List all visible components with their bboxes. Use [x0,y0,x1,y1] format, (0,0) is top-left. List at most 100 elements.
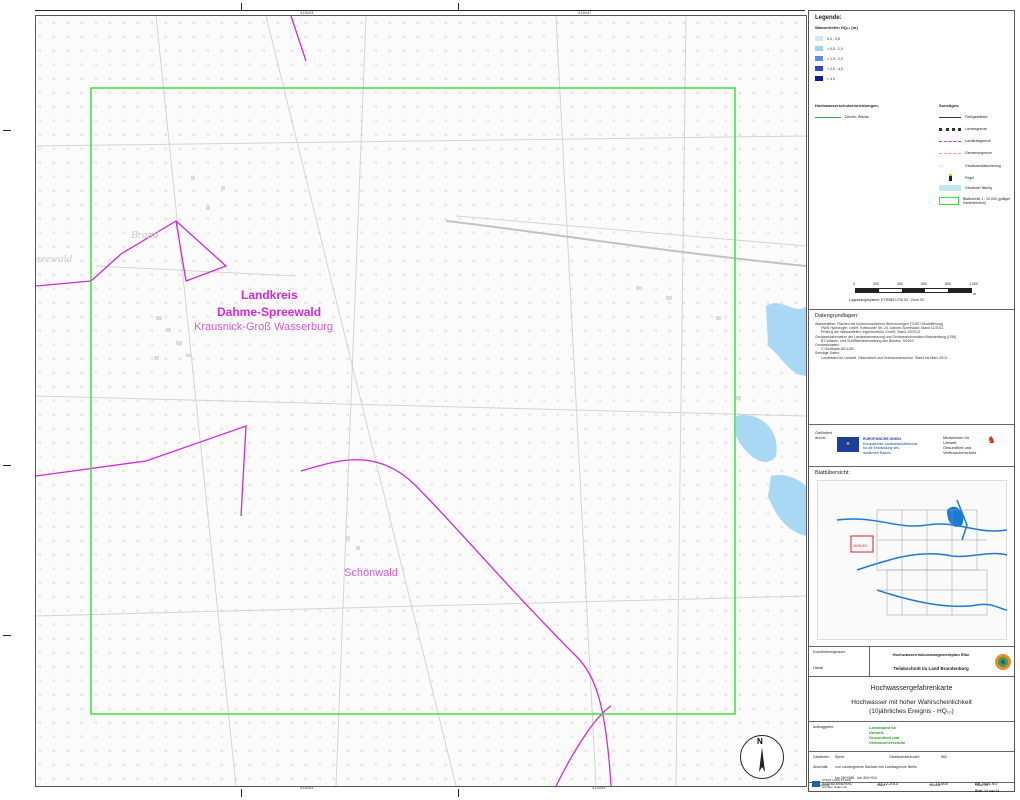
north-arrow-icon [759,747,765,772]
district-border-icon [939,140,961,142]
code-value: 582 [941,755,947,759]
other-item-municipal-border: Gemeindegrenze [939,151,992,155]
other-item-label: Blattschnitt 1 : 10.000 (gültiger Karten… [963,197,1011,205]
dike-line-icon [815,116,841,118]
legend-title: Legende: [815,15,842,21]
brandenburg-eagle-icon: ♞ [987,435,996,446]
lugv-logo-icon [993,651,1013,673]
scale-label: 400 [897,282,903,286]
client-name: Landesamt für Umwelt, Gesundheit und Ver… [869,725,905,745]
legend-panel: Legende: Wassertiefen HQ₁₀ [m] 0,0 - 0,5… [808,10,1015,792]
sources-text: Wassertiefen, Flächen bei hydronumerisch… [815,322,1010,360]
depth-class-5: > 4,0 [815,76,835,81]
forest-texture [36,16,806,786]
state-border-icon [939,127,961,131]
scale-unit: m [973,292,976,296]
sources-title: Datengrundlagen: [815,313,859,319]
other-item-gauge: Pegel [939,174,974,182]
scenario-line2: (10jährliches Ereignis - HQ₁₀) [869,708,954,715]
other-item-label: Gewässerstationierung [965,163,1001,168]
other-item-label: Landesgrenze [965,127,988,131]
stationing-icon: • • [939,163,943,168]
editor-logo-icon [812,781,820,787]
scale-label: 800 [945,282,952,286]
overview-map[interactable] [817,480,1007,640]
current-sheet-label: 2645-SO [853,544,868,548]
other-item-label: Pegel [965,176,974,180]
left-tick-mark [3,465,11,466]
depth-swatch [815,66,823,71]
other-item-label: Fließgewässer [965,115,988,119]
outer-frame-line [35,10,805,11]
depth-class-1: 0,0 - 0,5 [815,36,840,41]
scale-label: 1.000 [969,282,978,286]
eu-text: EUROPÄISCHE UNION Europäischer Landwirts… [863,437,917,455]
projection-note: Lagebezugssystem: ETRS89 UTM 33 · Zone 3… [849,298,924,302]
river-value: Spree [835,755,845,759]
bg-name-brand: Brand [131,229,159,241]
depth-label: > 4,0 [827,76,835,81]
depth-swatch [815,56,823,61]
depth-title: Wassertiefen HQ₁₀ [m] [815,25,858,30]
koord-label: Koordinierungsraum: [813,650,846,654]
scale-label: 200 [873,282,879,286]
map-graphics: ⌂ · [36,16,806,786]
depth-label: 0,0 - 0,5 [827,36,840,41]
scenario-line1: Hochwasser mit hoher Wahrscheinlichkeit [851,699,972,706]
hw-item-dikes: Deiche, Wände [815,115,869,119]
eu-flag-icon: ★ [837,437,859,452]
bg-name-spreewald: Spreewald [36,253,73,265]
plan-title: Hochwasserrisikomanagementplan Elbe [892,652,970,657]
coord-cell: Koordinierungsraum: Havel [809,647,870,677]
left-tick-mark [3,635,11,636]
other-item-stationing: • • Gewässerstationierung [939,163,1001,168]
district-label-line1: Landkreis [241,288,298,302]
other-item-state-border: Landesgrenze [939,127,987,131]
overview-box: Blattübersicht: 2645-SO [809,466,1014,647]
other-item-district-border: Landkreisgrenze [939,139,991,143]
depth-label: > 2,0 - 4,0 [827,66,843,71]
municipality-label: Krausnick-Groß Wasserburg [194,321,333,333]
district-label-line2: Dahme-Spreewald [217,305,322,319]
depth-class-3: > 1,0 - 2,0 [815,56,843,61]
bottom-tick-mark [241,789,242,797]
section-title: Teilabschnitt im Land Brandenburg [893,666,969,671]
coordination-box: Koordinierungsraum: Havel Hochwasserrisi… [809,646,1014,677]
scale-value: 1 : 10.000 [930,781,948,786]
hw-item-label: Deiche, Wände [845,115,869,119]
funding-label: Gefördert durch: [815,430,832,440]
map-canvas[interactable]: ⌂ · [35,15,807,787]
water-area-icon [939,185,961,191]
map-type-title: Hochwassergefahrenkarte [870,685,953,692]
date-value: 03.12.2013 [878,781,899,786]
eu-line: ländlichen Raums [863,450,891,455]
north-arrow: N [740,735,784,779]
depth-label: > 0,5 - 1,0 [827,46,843,51]
source-line: Landesamt für Umwelt, Gesundheit und Ver… [821,355,947,360]
hw-title: Hochwasserschutzeinrichtungen: [815,103,880,108]
ministry-text: Ministerium für Umwelt, Gesundheit und V… [943,435,976,455]
funding-box: Gefördert durch: ★ EUROPÄISCHE UNION Eur… [809,424,1014,467]
page-number: Blatt: 10 von 24 [975,789,1000,793]
overview-title: Blattübersicht: [815,470,850,476]
map-sheet: 415043 415047 415043 415043 5745615 5745… [0,0,1020,800]
other-item-water-area: Gewässer fläc­hig [939,185,992,191]
map-title-box: Hochwassergefahrenkarte Hochwasser mit h… [809,676,1014,722]
other-item-sheet-cut: Blattschnitt 1 : 10.000 (gültiger Karten… [939,197,1011,205]
river-box: Gewässer: Spree Gewässerkennzahl: 582 Ab… [809,751,1014,769]
scale-bar [855,288,972,293]
schoenwald-label: Schönwald [344,567,398,579]
client-line: Verbraucherschutz [869,740,906,745]
depth-swatch [815,46,823,51]
other-item-label: Landkreisgrenze [965,139,991,143]
other-item-label: Gemeindegrenze [965,151,992,155]
client-label: Auftraggeber: [813,725,835,729]
scale-label: 600 [921,282,927,286]
municipal-border-icon [939,152,961,154]
koord-value: Havel [813,665,824,670]
depth-swatch [815,76,823,81]
client-box: Auftraggeber: Landesamt für Umwelt, Gesu… [809,721,1014,752]
river-line-icon [939,116,961,118]
gauge-icon [939,174,961,182]
depth-label: > 1,0 - 2,0 [827,56,843,61]
